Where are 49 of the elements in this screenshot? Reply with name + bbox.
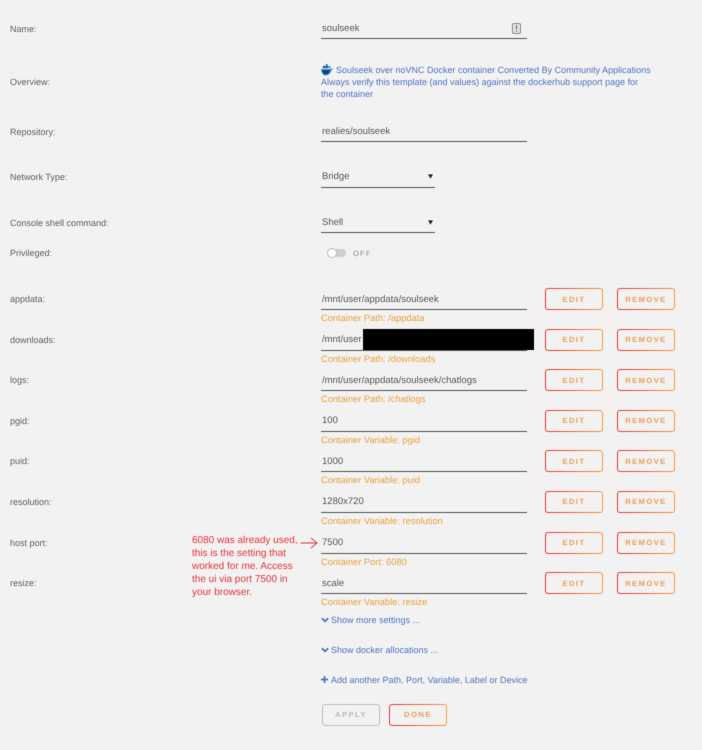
container-hint: Container Variable: pgid bbox=[321, 434, 420, 446]
field-label: downloads: bbox=[10, 334, 56, 347]
expand-link[interactable]: Show more settings ... bbox=[321, 614, 420, 626]
chevron-down-icon bbox=[321, 616, 329, 623]
text-input[interactable]: realies/soulseek bbox=[321, 121, 527, 142]
plus-icon bbox=[321, 676, 328, 684]
annotation-note: 6080 was already used, this is the setting that worked for me. Access the ui via port 7500 in your browser. bbox=[192, 534, 299, 599]
field-label: host port: bbox=[10, 536, 48, 550]
field-label: pgid: bbox=[10, 414, 30, 428]
field-label: Console shell command: bbox=[10, 216, 109, 228]
overview-description: Soulseek over noVNC Docker container Converted By Community Applications bbox=[336, 64, 651, 76]
value-input[interactable]: /mnt/user bbox=[321, 330, 527, 351]
value-input[interactable]: 1000 bbox=[321, 451, 527, 472]
select-dropdown[interactable]: Bridge bbox=[321, 166, 435, 188]
name-input[interactable]: soulseek bbox=[321, 18, 527, 39]
container-hint: Container Port: 6080 bbox=[321, 556, 407, 568]
leader-arrow bbox=[300, 536, 318, 549]
value-input[interactable]: /mnt/user/appdata/soulseek bbox=[321, 289, 527, 310]
field-label: resize: bbox=[10, 577, 37, 590]
field-label: Network Type: bbox=[10, 171, 68, 183]
field-label: resolution: bbox=[10, 496, 52, 509]
field-label: logs: bbox=[10, 374, 30, 388]
value-input[interactable]: 7500 bbox=[321, 532, 527, 554]
container-hint: Container Path: /appdata bbox=[321, 312, 424, 324]
whale-icon bbox=[321, 64, 333, 76]
add-link[interactable]: Add another Path, Port, Variable, Label or Device bbox=[321, 674, 528, 686]
field-label: puid: bbox=[10, 455, 30, 468]
caret-icon bbox=[428, 220, 433, 224]
field-label: appdata: bbox=[10, 293, 46, 306]
field-label: Repository: bbox=[10, 126, 56, 138]
container-hint: Container Variable: resolution bbox=[321, 514, 443, 527]
field-label: Overview: bbox=[10, 76, 50, 88]
exclamation-icon bbox=[512, 22, 521, 34]
expand-link[interactable]: Show docker allocations ... bbox=[321, 644, 438, 656]
container-hint: Container Path: /downloads bbox=[321, 352, 436, 365]
value-input[interactable]: scale bbox=[321, 573, 527, 594]
overview-notice: Always verify this template (and values) against the dockerhub support page for the container bbox=[321, 76, 640, 100]
caret-icon bbox=[428, 174, 433, 179]
field-label: Name: bbox=[10, 22, 37, 34]
container-hint: Container Variable: puid bbox=[321, 474, 420, 486]
value-input[interactable]: 100 bbox=[321, 410, 527, 432]
container-hint: Container Variable: resize bbox=[321, 596, 428, 608]
value-input[interactable]: 1280x720 bbox=[321, 492, 527, 513]
select-dropdown[interactable]: Shell bbox=[321, 212, 435, 233]
container-hint: Container Path: /chatlogs bbox=[321, 393, 426, 406]
toggle-switch[interactable] bbox=[328, 249, 346, 257]
value-input[interactable]: /mnt/user/appdata/soulseek/chatlogs bbox=[321, 370, 527, 392]
field-label: Privileged: bbox=[10, 247, 52, 259]
chevron-down-icon bbox=[321, 646, 329, 653]
